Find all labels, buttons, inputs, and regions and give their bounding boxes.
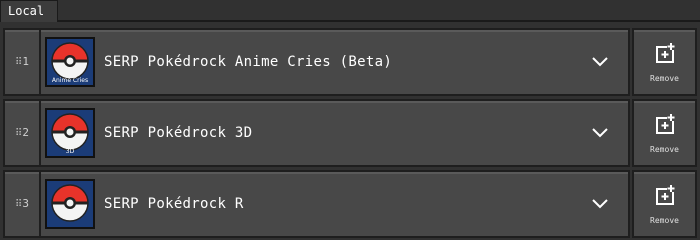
pack-name: SERP Pokédrock Anime Cries (Beta) [104,54,393,70]
remove-pack-icon [656,113,675,134]
remove-pack-icon [656,42,675,63]
list-item: ⠿ 2 3D SERP Pokédrock 3D Remove [0,99,700,169]
pack-entry[interactable]: ⠿ 1 Anime Cries SERP Pokédrock Anime Crie… [3,28,630,96]
drag-handle[interactable]: ⠿ 2 [5,101,41,165]
remove-pack-icon [656,184,675,205]
pokeball-icon [51,184,89,222]
drag-handle[interactable]: ⠿ 3 [5,172,41,236]
list-item: ⠿ 1 Anime Cries SERP Pokédrock Anime Crie… [0,28,700,98]
remove-button-label: Remove [650,216,679,225]
pack-icon: 3D [45,108,95,158]
chevron-down-icon[interactable] [591,124,609,142]
pack-entry[interactable]: ⠿ 2 3D SERP Pokédrock 3D [3,99,630,167]
remove-button[interactable]: Remove [632,28,697,96]
pack-index: 2 [22,126,29,139]
chevron-down-icon[interactable] [591,53,609,71]
drag-handle-icon: ⠿ [15,128,22,139]
pack-icon: Anime Cries [45,37,95,87]
pack-name: SERP Pokédrock 3D [104,125,253,141]
pokeball-icon [51,113,89,151]
pack-icon [45,179,95,229]
pack-entry[interactable]: ⠿ 3 SERP Pokédrock R [3,170,630,238]
remove-button-label: Remove [650,74,679,83]
pokeball-icon [51,42,89,80]
pack-icon-caption: 3D [65,148,75,155]
tab-divider [57,20,700,22]
remove-button[interactable]: Remove [632,99,697,167]
chevron-down-icon[interactable] [591,195,609,213]
drag-handle-icon: ⠿ [15,199,22,210]
tab-local-label: Local [8,4,45,18]
tab-local[interactable]: Local [0,0,58,22]
remove-button[interactable]: Remove [632,170,697,238]
pack-index: 1 [22,55,29,68]
drag-handle[interactable]: ⠿ 1 [5,30,41,94]
pack-index: 3 [22,197,29,210]
drag-handle-icon: ⠿ [15,57,22,68]
pack-icon-caption: Anime Cries [51,77,89,84]
remove-button-label: Remove [650,145,679,154]
pack-name: SERP Pokédrock R [104,196,244,212]
list-item: ⠿ 3 SERP Pokédrock R Remove [0,170,700,240]
